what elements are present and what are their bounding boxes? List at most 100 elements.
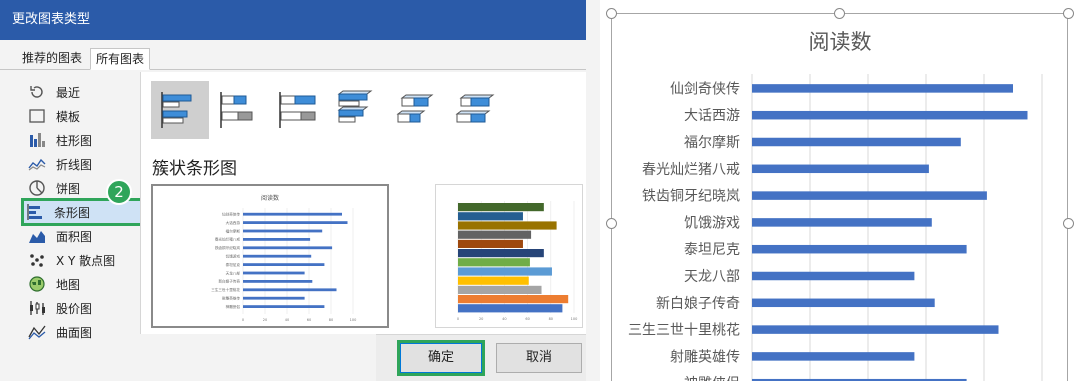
subtype-3d-100-stacked-bar[interactable] — [446, 81, 504, 139]
bar[interactable] — [752, 325, 999, 334]
category-label: 神雕侠侣 — [684, 376, 740, 381]
category-label: 饥饿游戏 — [684, 215, 740, 231]
sidebar-item-area[interactable]: 面积图 — [26, 225, 138, 247]
preview-bar — [243, 296, 305, 300]
sidebar-item-bar[interactable]: 条形图 — [21, 198, 145, 226]
preview-bar — [243, 254, 312, 258]
cancel-button[interactable]: 取消 — [496, 343, 582, 373]
resize-handle-top-center[interactable] — [834, 8, 845, 19]
preview-bar — [458, 258, 530, 267]
preview-category-label: 新白娘子传奇 — [218, 279, 240, 284]
preview-bar — [458, 295, 569, 304]
sidebar-item-surface[interactable]: 曲面图 — [26, 321, 138, 343]
sidebar-item-recent[interactable]: 最近 — [26, 81, 138, 103]
category-label: 三生三世十里桃花 — [628, 323, 740, 339]
resize-handle-top-left[interactable] — [606, 8, 617, 19]
ok-button[interactable]: 确定 — [397, 340, 485, 376]
preview-bar — [458, 221, 557, 230]
surface-chart-icon — [26, 323, 48, 341]
preview-category-label: 春光灿烂猪八戒 — [215, 237, 241, 242]
bar[interactable] — [752, 84, 1013, 93]
bar[interactable] — [752, 191, 987, 200]
preview-tick-label: 100 — [571, 317, 578, 321]
preview-bar — [243, 271, 305, 275]
preview-tick-label: 20 — [263, 318, 267, 322]
subtype-clustered-bar[interactable] — [151, 81, 209, 139]
subtype-3d-clustered-bar[interactable] — [328, 81, 386, 139]
preview-tick-label: 0 — [457, 317, 459, 321]
category-label: 大话西游 — [684, 108, 740, 124]
3d-stacked-bar-icon — [396, 94, 434, 123]
subtype-3d-stacked-bar[interactable] — [387, 81, 445, 139]
preview-bar — [243, 238, 311, 241]
bar-chart-area[interactable]: 阅读数 仙剑奇侠传 大话西游 福尔摩斯 春光灿烂猪八戒 铁齿铜牙纪晓岚 饥饿游戏 泰坦尼克天… — [611, 13, 1068, 381]
preview-category-label: 仙剑奇侠传 — [222, 212, 240, 217]
chart-type-sidebar: 最近 模板 柱形图 折线图 饼图 条形图 面积图 X Y 散点图 地图 股价图 … — [14, 76, 145, 340]
preview-bar — [243, 212, 342, 216]
sidebar-item-label: X Y 散点图 — [56, 253, 116, 268]
sidebar-item-map[interactable]: 地图 — [26, 273, 138, 295]
bar[interactable] — [752, 137, 961, 147]
sidebar-item-label: 地图 — [56, 277, 81, 292]
category-label: 泰坦尼克 — [684, 242, 740, 258]
preview-tick-label: 100 — [350, 318, 357, 322]
preview-bar — [243, 229, 323, 233]
sidebar-item-column[interactable]: 柱形图 — [26, 129, 138, 151]
sidebar-item-label: 面积图 — [56, 229, 93, 244]
preview-category-label: 福尔摩斯 — [226, 228, 241, 233]
bar[interactable] — [752, 298, 935, 308]
category-label: 天龙八部 — [684, 269, 740, 285]
preview-bar — [243, 263, 325, 266]
preview-bar — [458, 239, 523, 248]
resize-handle-middle-left[interactable] — [606, 218, 617, 229]
map-chart-icon — [26, 275, 48, 293]
bar[interactable] — [752, 244, 967, 254]
bar[interactable] — [752, 271, 915, 281]
column-chart-icon — [26, 131, 48, 149]
step-number-badge: 2 — [106, 179, 132, 205]
preview-category-label: 铁齿铜牙纪晓岚 — [215, 245, 241, 250]
preview-tick-label: 40 — [285, 318, 289, 322]
sidebar-item-label: 饼图 — [56, 181, 81, 196]
preview-tick-label: 80 — [549, 317, 553, 321]
resize-handle-top-right[interactable] — [1063, 8, 1074, 19]
subtype-100-stacked-bar[interactable] — [269, 81, 327, 139]
preview-2-chart: 0 20 40 60 80 100 — [457, 201, 578, 321]
category-label: 福尔摩斯 — [684, 134, 740, 151]
chart-preview-option-1[interactable]: 阅读数 0 20 40 60 80 100 仙剑奇侠传 大话西游 福尔摩斯 春光灿烂猪八戒 铁齿铜牙… — [151, 184, 389, 328]
preview-bar — [458, 304, 563, 313]
preview-1-title: 阅读数 — [261, 194, 279, 202]
sidebar-item-scatter[interactable]: X Y 散点图 — [26, 249, 138, 271]
bar[interactable] — [752, 352, 915, 361]
preview-category-label: 射雕英雄传 — [222, 296, 240, 301]
bar[interactable] — [752, 218, 932, 227]
category-label: 射雕英雄传 — [670, 348, 740, 365]
chart-options-panel: 簇状条形图 阅读数 0 20 40 60 80 100 仙剑奇侠传 大话西游 福尔摩斯 春光灿烂猪… — [140, 72, 586, 334]
preview-bar — [243, 288, 337, 292]
bar[interactable] — [752, 164, 929, 174]
tab-all-charts[interactable]: 所有图表 — [90, 48, 151, 70]
preview-category-label: 大话西游 — [226, 220, 241, 225]
preview-category-label: 泰坦尼克 — [226, 262, 241, 267]
resize-handle-middle-right[interactable] — [1063, 218, 1074, 229]
subtype-stacked-bar[interactable] — [210, 81, 268, 139]
bar[interactable] — [752, 110, 1028, 120]
clustered-bar-icon — [161, 92, 192, 128]
tab-recommended-charts[interactable]: 推荐的图表 — [17, 48, 87, 70]
preview-bar — [243, 221, 348, 224]
chart-subtype-title: 簇状条形图 — [152, 159, 237, 179]
chart-preview-option-2[interactable]: 0 20 40 60 80 100 — [435, 184, 583, 328]
dialog-title: 更改图表类型 — [0, 0, 586, 40]
sidebar-item-label: 模板 — [56, 109, 81, 124]
preview-bar — [243, 246, 333, 250]
sidebar-item-label: 最近 — [56, 85, 81, 100]
preview-bar — [243, 305, 325, 308]
line-chart-icon — [26, 155, 48, 173]
pie-chart-icon — [26, 179, 48, 197]
sidebar-item-label: 柱形图 — [56, 133, 93, 148]
preview-tick-label: 80 — [329, 318, 333, 322]
sidebar-item-stock[interactable]: 股价图 — [26, 297, 138, 319]
sidebar-item-line[interactable]: 折线图 — [26, 153, 138, 175]
preview-category-label: 神雕侠侣 — [226, 304, 241, 309]
sidebar-item-template[interactable]: 模板 — [26, 105, 138, 127]
